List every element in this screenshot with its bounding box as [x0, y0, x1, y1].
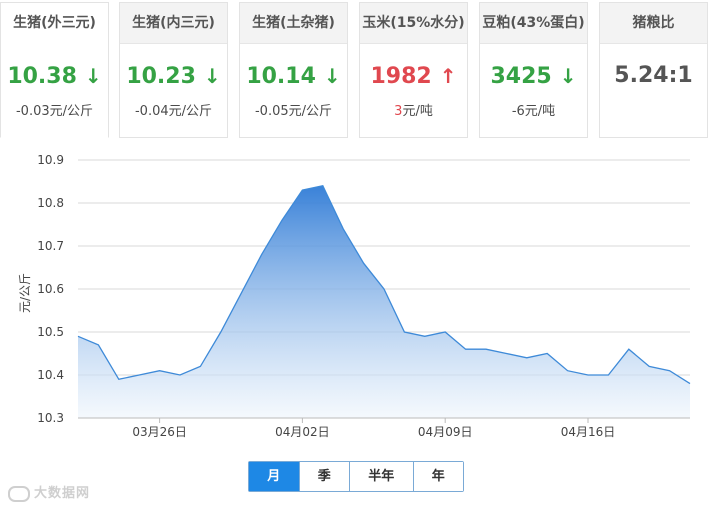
x-tick-label: 04月09日: [418, 425, 473, 439]
y-tick-label: 10.8: [37, 196, 64, 210]
down-arrow-icon: ↓: [323, 64, 341, 88]
down-arrow-icon: ↓: [84, 64, 102, 88]
data-point[interactable]: [604, 371, 612, 379]
period-quarter-button[interactable]: 季: [298, 462, 349, 491]
price-row: 10.23 ↓: [120, 63, 227, 90]
card-title: 生猪(内三元): [120, 3, 227, 44]
down-arrow-icon: ↓: [559, 64, 577, 88]
watermark-text: 大数据网: [34, 486, 91, 501]
y-tick-label: 10.5: [37, 325, 64, 339]
x-tick-label: 03月26日: [132, 425, 187, 439]
price-chart-svg: 03月26日 04月02日 04月09日 04月16日 10.9 10.8 10.7 10.…: [18, 153, 694, 439]
card-pig-outer[interactable]: 生猪(外三元) 10.38 ↓ -0.03元/公斤: [0, 2, 109, 138]
data-point[interactable]: [360, 259, 368, 267]
data-point[interactable]: [380, 285, 388, 293]
price-row: 1982 ↑: [360, 63, 467, 90]
data-point[interactable]: [176, 371, 184, 379]
data-point[interactable]: [94, 341, 102, 349]
series-area: [78, 185, 690, 418]
y-tick-label: 10.4: [37, 368, 64, 382]
price-value: 3425: [490, 64, 552, 89]
data-point[interactable]: [564, 367, 572, 375]
card-title: 生猪(土杂猪): [240, 3, 347, 44]
price-row: 10.38 ↓: [1, 63, 108, 90]
period-year-button[interactable]: 年: [412, 462, 463, 491]
price-row: 3425 ↓: [480, 63, 587, 90]
y-tick-label: 10.6: [37, 282, 64, 296]
period-half-year-button[interactable]: 半年: [349, 462, 413, 491]
down-arrow-icon: ↓: [203, 64, 221, 88]
price-value: 5.24:1: [614, 63, 693, 88]
data-point[interactable]: [135, 371, 143, 379]
y-tick-label: 10.7: [37, 239, 64, 253]
period-month-button[interactable]: 月: [249, 462, 299, 491]
data-point[interactable]: [258, 251, 266, 259]
data-point[interactable]: [645, 362, 653, 370]
data-point[interactable]: [115, 375, 123, 383]
data-point[interactable]: [319, 182, 327, 190]
change-unit: 元/吨: [402, 104, 433, 119]
data-point[interactable]: [196, 362, 204, 370]
price-row: 10.14 ↓: [240, 63, 347, 90]
price-value: 10.14: [246, 64, 316, 89]
watermark-logo-icon: [8, 485, 30, 502]
card-title: 玉米(15%水分): [360, 3, 467, 44]
data-point[interactable]: [462, 345, 470, 353]
data-point[interactable]: [156, 367, 164, 375]
data-point[interactable]: [666, 367, 674, 375]
card-pig-inner[interactable]: 生猪(内三元) 10.23 ↓ -0.04元/公斤: [119, 2, 228, 138]
card-pig-grain-ratio[interactable]: 猪粮比 5.24:1: [599, 2, 708, 138]
up-arrow-icon: ↑: [439, 64, 457, 88]
y-tick-label: 10.3: [37, 411, 64, 425]
card-title: 豆粕(43%蛋白): [480, 3, 587, 44]
data-point[interactable]: [441, 328, 449, 336]
card-title: 猪粮比: [600, 3, 707, 44]
price-value: 1982: [370, 64, 432, 89]
data-point[interactable]: [400, 328, 408, 336]
data-point[interactable]: [74, 332, 82, 340]
price-value: 10.38: [7, 64, 77, 89]
data-point[interactable]: [686, 380, 694, 388]
data-point[interactable]: [421, 332, 429, 340]
price-value: 10.23: [126, 64, 196, 89]
x-tick-label: 04月16日: [561, 425, 616, 439]
card-soymeal[interactable]: 豆粕(43%蛋白) 3425 ↓ -6元/吨: [479, 2, 588, 138]
price-change: 3元/吨: [360, 100, 467, 119]
card-corn[interactable]: 玉米(15%水分) 1982 ↑ 3元/吨: [359, 2, 468, 138]
data-point[interactable]: [482, 345, 490, 353]
price-change: -6元/吨: [511, 104, 556, 119]
data-point[interactable]: [543, 350, 551, 358]
data-point[interactable]: [237, 289, 245, 297]
price-change: -0.05元/公斤: [254, 104, 333, 119]
price-chart: 03月26日 04月02日 04月09日 04月16日 10.9 10.8 10.7 10.…: [0, 148, 715, 440]
card-title: 生猪(外三元): [1, 3, 108, 44]
period-selector: 月 季 半年 年: [248, 461, 464, 492]
watermark: 大数据网: [8, 482, 90, 502]
price-change: -0.03元/公斤: [15, 104, 94, 119]
data-point[interactable]: [339, 225, 347, 233]
y-axis-label: 元/公斤: [18, 273, 32, 313]
data-point[interactable]: [625, 345, 633, 353]
price-change: -0.04元/公斤: [134, 104, 213, 119]
x-tick-label: 04月02日: [275, 425, 330, 439]
card-pig-local[interactable]: 生猪(土杂猪) 10.14 ↓ -0.05元/公斤: [239, 2, 348, 138]
data-point[interactable]: [217, 328, 225, 336]
data-point[interactable]: [584, 371, 592, 379]
price-cards: 生猪(外三元) 10.38 ↓ -0.03元/公斤 生猪(内三元) 10.23 ↓ …: [0, 0, 715, 140]
data-point[interactable]: [278, 216, 286, 224]
data-point[interactable]: [523, 354, 531, 362]
price-row: 5.24:1: [600, 63, 707, 89]
y-tick-label: 10.9: [37, 153, 64, 167]
data-point[interactable]: [298, 186, 306, 194]
data-point[interactable]: [502, 350, 510, 358]
